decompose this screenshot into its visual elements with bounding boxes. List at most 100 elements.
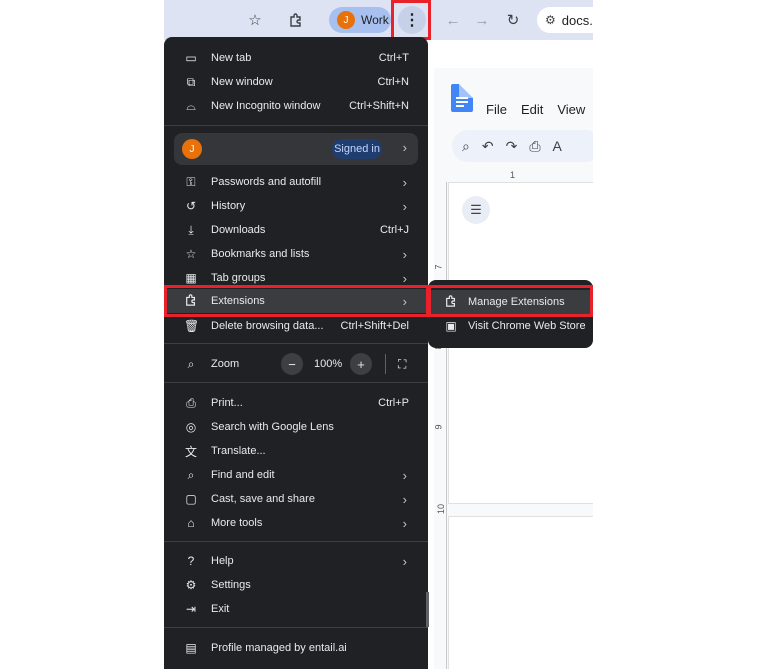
chevron-right-icon: › bbox=[402, 246, 407, 262]
menu-shortcut: Ctrl+P bbox=[378, 397, 409, 409]
menu-item-label: Translate... bbox=[211, 445, 266, 457]
menu-item-label: Cast, save and share bbox=[211, 493, 315, 505]
exit-icon: ⇥ bbox=[185, 602, 197, 616]
docs-menu-bar: File Edit View bbox=[486, 102, 585, 117]
menu-translate[interactable]: 文 Translate... bbox=[164, 439, 428, 463]
menu-divider bbox=[164, 125, 428, 126]
menu-downloads[interactable]: ⤓ Downloads Ctrl+J bbox=[164, 218, 428, 242]
profile-chip-label: Work bbox=[361, 13, 389, 27]
site-info-icon[interactable]: ⚙ bbox=[545, 13, 556, 27]
search-icon[interactable]: ⌕ bbox=[462, 138, 470, 155]
document-page[interactable] bbox=[448, 516, 593, 669]
menu-delete-browsing-data[interactable]: 🗑 Delete browsing data... Ctrl+Shift+Del bbox=[164, 314, 428, 338]
redo-icon[interactable]: ↷ bbox=[506, 138, 518, 155]
menu-find-edit[interactable]: ⌕ Find and edit › bbox=[164, 463, 428, 487]
menu-scrollbar[interactable] bbox=[426, 592, 429, 627]
menu-item-label: Tab groups bbox=[211, 272, 266, 284]
menu-new-window[interactable]: ⧉ New window Ctrl+N bbox=[164, 70, 428, 94]
chevron-right-icon: › bbox=[402, 270, 407, 286]
menu-google-lens[interactable]: ◎ Search with Google Lens bbox=[164, 415, 428, 439]
print-icon[interactable]: ⎙ bbox=[529, 138, 540, 155]
submenu-chrome-web-store[interactable]: ▣ Visit Chrome Web Store bbox=[428, 314, 593, 338]
translate-icon: 文 bbox=[184, 444, 197, 459]
avatar: J bbox=[182, 139, 202, 159]
ruler-mark: 10 bbox=[436, 503, 447, 515]
menu-item-label: New Incognito window bbox=[211, 100, 321, 112]
chevron-right-icon: › bbox=[402, 491, 407, 507]
toolbox-icon: ⌂ bbox=[187, 516, 195, 530]
extensions-puzzle-icon[interactable] bbox=[285, 9, 307, 31]
menu-bookmarks[interactable]: ☆ Bookmarks and lists › bbox=[164, 242, 428, 266]
help-icon: ? bbox=[187, 554, 195, 568]
zoom-icon: ⌕ bbox=[187, 356, 195, 371]
zoom-separator bbox=[385, 354, 386, 374]
docs-editor: File Edit View ⌕ ↶ ↷ ⎙ A 1 7 8 9 10 ☰ bbox=[434, 68, 593, 669]
fullscreen-icon[interactable]: ⛶ bbox=[398, 357, 406, 372]
docs-menu-file[interactable]: File bbox=[486, 102, 507, 117]
bookmark-star-icon[interactable]: ☆ bbox=[244, 9, 266, 31]
zoom-out-button[interactable]: − bbox=[281, 353, 303, 375]
menu-exit[interactable]: ⇥ Exit bbox=[164, 597, 428, 621]
undo-icon[interactable]: ↶ bbox=[482, 138, 494, 155]
menu-new-incognito[interactable]: ⌓ New Incognito window Ctrl+Shift+N bbox=[164, 94, 428, 118]
vertical-ruler: 7 8 9 10 bbox=[433, 182, 447, 669]
address-bar[interactable]: ⚙ docs. bbox=[537, 7, 593, 33]
download-icon: ⤓ bbox=[188, 222, 194, 237]
new-tab-icon: ▭ bbox=[185, 51, 197, 65]
back-arrow-icon[interactable]: ← bbox=[442, 9, 464, 31]
annotation-box-manage-extensions bbox=[428, 285, 593, 317]
docs-menu-edit[interactable]: Edit bbox=[521, 102, 543, 117]
menu-item-label: Downloads bbox=[211, 224, 266, 236]
menu-new-tab[interactable]: ▭ New tab Ctrl+T bbox=[164, 46, 428, 70]
menu-more-tools[interactable]: ⌂ More tools › bbox=[164, 511, 428, 535]
screenshot-area: ☆ J Work ⋮ ← → ↻ ⚙ docs. ▦ File Edit Vie… bbox=[164, 0, 593, 669]
cast-icon: ▢ bbox=[185, 492, 197, 506]
menu-item-label: Search with Google Lens bbox=[211, 421, 334, 433]
browser-toolbar: ☆ J Work ⋮ ← → ↻ ⚙ docs. bbox=[164, 0, 593, 40]
ruler-mark: 9 bbox=[433, 424, 444, 430]
ruler-mark: 7 bbox=[433, 264, 444, 270]
menu-divider bbox=[164, 382, 428, 383]
annotation-box-extensions bbox=[164, 285, 429, 317]
lens-icon: ◎ bbox=[185, 420, 197, 434]
menu-shortcut: Ctrl+N bbox=[377, 76, 409, 88]
menu-settings[interactable]: ⚙ Settings bbox=[164, 573, 428, 597]
document-outline-icon[interactable]: ☰ bbox=[462, 196, 490, 224]
chevron-right-icon: › bbox=[402, 467, 407, 483]
menu-print[interactable]: ⎙ Print... Ctrl+P bbox=[164, 391, 428, 415]
menu-item-label: Settings bbox=[211, 579, 251, 591]
menu-item-label: Print... bbox=[211, 397, 243, 409]
spellcheck-icon[interactable]: A bbox=[553, 138, 562, 154]
menu-passwords[interactable]: ⚿ Passwords and autofill › bbox=[164, 170, 428, 194]
chevron-right-icon: › bbox=[402, 515, 407, 531]
menu-cast-save-share[interactable]: ▢ Cast, save and share › bbox=[164, 487, 428, 511]
chrome-main-menu: ▭ New tab Ctrl+T ⧉ New window Ctrl+N ⌓ N… bbox=[164, 37, 429, 669]
profile-chip[interactable]: J Work bbox=[329, 7, 391, 33]
menu-profile-managed[interactable]: ▤ Profile managed by entail.ai bbox=[164, 636, 428, 660]
forward-arrow-icon[interactable]: → bbox=[471, 9, 493, 31]
history-icon: ↺ bbox=[185, 199, 197, 213]
menu-help[interactable]: ? Help › bbox=[164, 549, 428, 573]
gear-icon: ⚙ bbox=[185, 578, 197, 592]
menu-item-label: Zoom bbox=[211, 358, 240, 370]
menu-item-label: Find and edit bbox=[211, 469, 275, 481]
print-icon: ⎙ bbox=[186, 395, 196, 410]
menu-item-label: Visit Chrome Web Store bbox=[468, 320, 586, 332]
menu-profile[interactable]: J Signed in › bbox=[174, 133, 418, 165]
new-window-icon: ⧉ bbox=[186, 74, 196, 89]
building-icon: ▤ bbox=[185, 641, 197, 655]
menu-item-label: Bookmarks and lists bbox=[211, 248, 310, 260]
zoom-in-button[interactable]: + bbox=[350, 353, 372, 375]
docs-logo-icon[interactable] bbox=[451, 84, 473, 112]
reload-icon[interactable]: ↻ bbox=[502, 9, 524, 31]
signed-in-badge: Signed in bbox=[332, 139, 382, 159]
tab-groups-icon: ▦ bbox=[185, 271, 197, 285]
menu-item-label: New tab bbox=[211, 52, 252, 64]
menu-item-label: Profile managed by entail.ai bbox=[211, 642, 347, 654]
find-icon: ⌕ bbox=[187, 467, 195, 482]
chevron-right-icon: › bbox=[402, 553, 407, 569]
docs-menu-view[interactable]: View bbox=[557, 102, 585, 117]
key-icon: ⚿ bbox=[186, 174, 196, 189]
menu-divider bbox=[164, 343, 428, 344]
menu-history[interactable]: ↺ History › bbox=[164, 194, 428, 218]
